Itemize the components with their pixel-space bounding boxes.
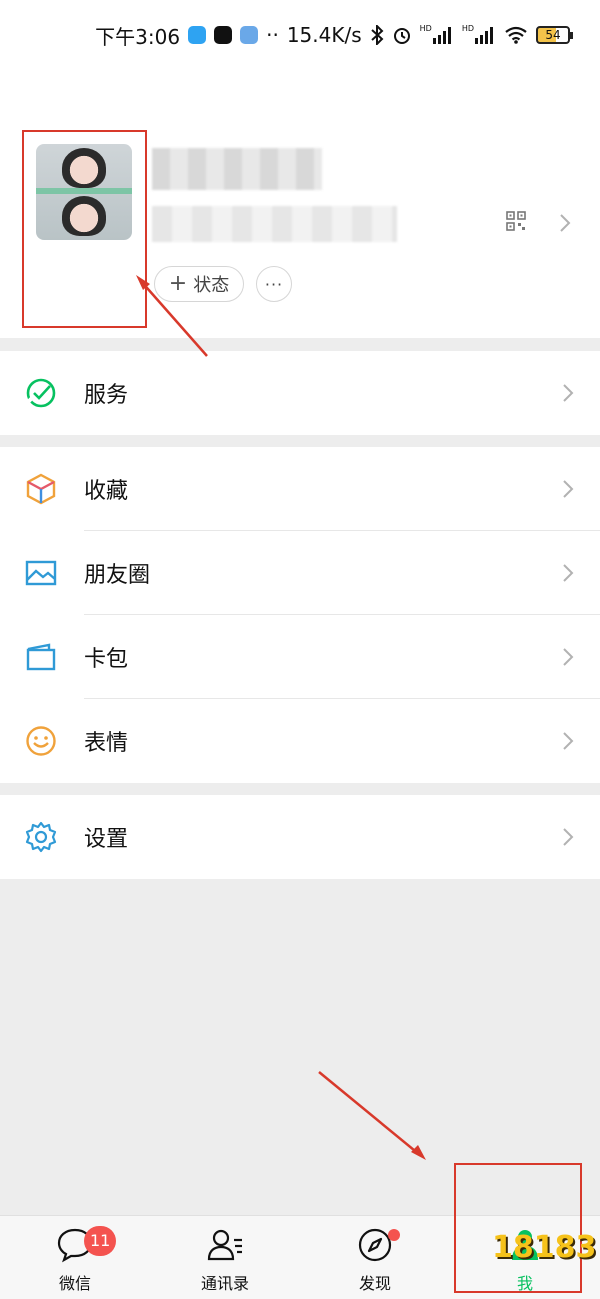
service-check-icon [26, 378, 56, 408]
blurred-nickname [152, 148, 322, 190]
menu-group-settings: 设置 [0, 795, 600, 879]
blurred-wechat-id [152, 206, 397, 242]
menu-group-service: 服务 [0, 351, 600, 435]
qr-code-icon[interactable] [506, 211, 526, 231]
chevron-right-icon [563, 732, 574, 750]
menu-item-favorites[interactable]: 收藏 [0, 447, 600, 531]
cube-icon [26, 473, 56, 505]
status-bar: 下午3:06 ·· 15.4K/s HD HD 54 [0, 0, 600, 70]
menu-item-cards[interactable]: 卡包 [0, 615, 600, 699]
bluetooth-icon [370, 25, 384, 45]
menu-label-cards: 卡包 [84, 647, 129, 672]
app-notification-icon [240, 26, 259, 44]
tab-contacts[interactable]: 通讯录 [150, 1216, 300, 1299]
network-speed: 15.4K/s [286, 23, 362, 47]
chevron-right-icon[interactable] [558, 212, 572, 234]
hd-label-2: HD [461, 23, 474, 33]
tiktok-app-icon [214, 26, 233, 44]
menu-label-settings: 设置 [84, 827, 129, 852]
cloud-app-icon [188, 26, 207, 44]
arrow-to-me-tab [318, 1071, 421, 1156]
menu-item-stickers[interactable]: 表情 [0, 699, 600, 783]
chevron-right-icon [563, 384, 574, 402]
profile-header[interactable]: + 状态 ··· [0, 70, 600, 338]
menu-item-service[interactable]: 服务 [0, 351, 600, 435]
avatar-highlight-box [22, 130, 147, 328]
tab-discover[interactable]: 发现 [300, 1216, 450, 1299]
gear-icon [25, 821, 57, 853]
battery-icon: 54 [536, 26, 573, 44]
menu-item-settings[interactable]: 设置 [0, 795, 600, 879]
alarm-icon [392, 25, 412, 45]
menu-item-moments[interactable]: 朋友圈 [0, 531, 600, 615]
chevron-right-icon [563, 648, 574, 666]
smiley-icon [26, 726, 56, 756]
wallet-icon [26, 643, 56, 671]
menu-label-stickers: 表情 [84, 731, 129, 756]
battery-level: 54 [536, 26, 573, 44]
site-watermark: 18183 [492, 1230, 597, 1265]
signal-2-icon: HD [461, 23, 496, 44]
tab-label-contacts: 通讯录 [200, 1274, 249, 1293]
more-button[interactable]: ··· [256, 266, 292, 302]
chevron-right-icon [563, 564, 574, 582]
arrowhead-me-tab [411, 1145, 426, 1160]
me-tab-highlight-box [454, 1163, 582, 1293]
signal-1-icon: HD [419, 23, 454, 44]
chevron-right-icon [563, 828, 574, 846]
hd-label-1: HD [419, 23, 432, 33]
status-more: ·· [266, 23, 279, 47]
chevron-right-icon [563, 480, 574, 498]
tab-chats[interactable]: 11 微信 [0, 1216, 150, 1299]
menu-label-favorites: 收藏 [84, 479, 129, 504]
image-icon [25, 560, 57, 586]
status-time: 下午3:06 [95, 24, 181, 49]
plus-icon: + [168, 271, 188, 296]
add-status-button[interactable]: + 状态 [154, 266, 244, 302]
menu-label-moments: 朋友圈 [84, 563, 151, 588]
wifi-icon [504, 26, 528, 44]
tab-label-chats: 微信 [58, 1274, 91, 1293]
menu-label-service: 服务 [84, 383, 129, 408]
status-button-label: 状态 [193, 275, 230, 296]
contacts-icon [207, 1229, 242, 1261]
menu-group-main: 收藏 朋友圈 卡包 表情 [0, 447, 600, 783]
tab-label-discover: 发现 [358, 1274, 391, 1293]
unread-badge: 11 [84, 1226, 117, 1256]
discover-red-dot [388, 1229, 400, 1241]
